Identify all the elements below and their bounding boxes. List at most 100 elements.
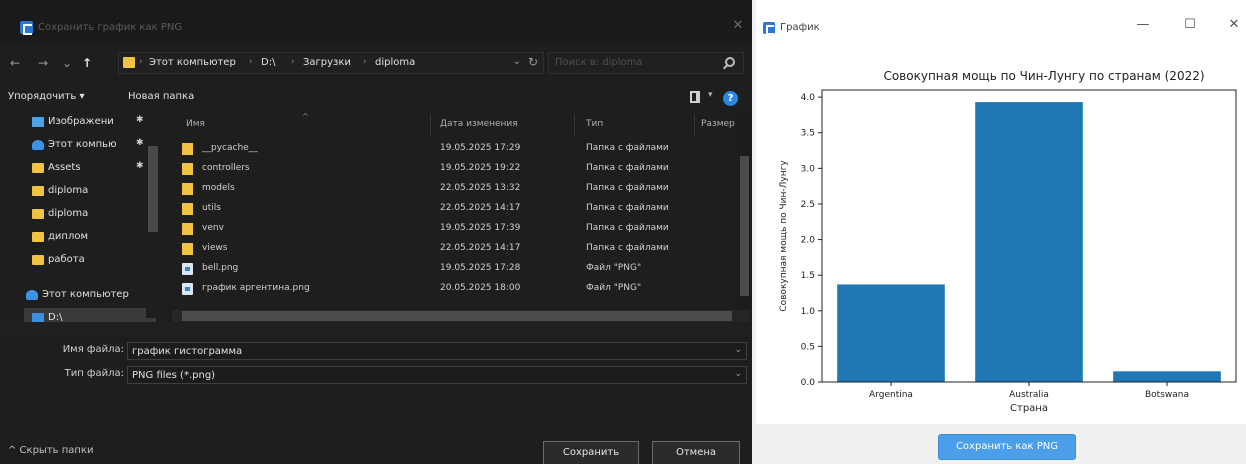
folder-icon	[32, 163, 44, 173]
chevron-down-icon[interactable]: ⌄	[734, 345, 742, 355]
breadcrumb-drive-d[interactable]: D:\	[261, 57, 275, 68]
column-header-date[interactable]: Дата изменения	[440, 112, 518, 136]
address-bar[interactable]: › Этот компьютер › D:\ › Загрузки › dipl…	[118, 52, 544, 74]
file-row[interactable]: views 22.05.2025 14:17 Папка с файлами	[168, 240, 738, 258]
search-icon[interactable]	[725, 57, 735, 67]
bar-botswana	[1113, 371, 1221, 382]
bar-chart: Совокупная мощь по Чин-Лунгу по странам …	[779, 69, 1237, 414]
sort-caret-icon: ^	[302, 112, 309, 121]
file-row[interactable]: bell.png 19.05.2025 17:28 Файл "PNG"	[168, 260, 738, 278]
breadcrumb-this-pc[interactable]: Этот компьютер	[149, 57, 236, 68]
computer-icon	[26, 290, 38, 300]
file-name: график аргентина.png	[202, 283, 310, 293]
breadcrumb-downloads[interactable]: Загрузки	[303, 57, 351, 68]
dialog-title: Сохранить график как PNG	[38, 22, 183, 33]
file-row[interactable]: __pycache__ 19.05.2025 17:29 Папка с фай…	[168, 140, 738, 158]
column-separator[interactable]	[694, 114, 695, 136]
navigation-pane-scroll-thumb[interactable]	[148, 146, 158, 232]
x-tick-label: Argentina	[869, 390, 913, 400]
file-name: utils	[202, 203, 221, 213]
file-type: Папка с файлами	[586, 203, 669, 213]
sidebar-item-diplom-ru[interactable]: диплом	[24, 227, 156, 247]
file-date: 19.05.2025 17:39	[440, 223, 521, 233]
filetype-select[interactable]: PNG files (*.png) ⌄	[127, 366, 747, 384]
column-header-size[interactable]: Размер	[701, 112, 735, 136]
chart-window-titlebar: График — ☐ ✕	[756, 0, 1246, 42]
hide-folders-toggle[interactable]: ^ Скрыть папки	[8, 445, 93, 456]
filename-input[interactable]: график гистограмма ⌄	[127, 342, 747, 360]
sidebar-item-label: диплом	[48, 231, 89, 242]
y-tick-label: 0.0	[801, 378, 816, 388]
file-date: 20.05.2025 18:00	[440, 283, 521, 293]
separator-bar	[0, 322, 752, 334]
sidebar-item-assets[interactable]: Assets ✱	[24, 158, 156, 178]
file-row[interactable]: venv 19.05.2025 17:39 Папка с файлами	[168, 220, 738, 238]
sidebar-item-diploma[interactable]: diploma	[24, 181, 156, 201]
new-folder-button[interactable]: Новая папка	[128, 91, 194, 102]
y-tick-label: 4.0	[801, 93, 816, 103]
bar-australia	[975, 102, 1083, 383]
column-separator[interactable]	[574, 114, 575, 136]
file-type: Папка с файлами	[586, 143, 669, 153]
chevron-down-icon[interactable]: ⌄	[734, 369, 742, 379]
file-date: 19.05.2025 17:29	[440, 143, 521, 153]
filetype-label: Тип файла:	[64, 368, 124, 379]
chart-window-title: График	[780, 22, 820, 33]
file-date: 22.05.2025 14:17	[440, 243, 521, 253]
y-tick-label: 1.0	[801, 307, 816, 317]
cancel-button[interactable]: Отмена	[652, 441, 740, 464]
y-tick-label: 2.5	[801, 200, 815, 210]
file-date: 22.05.2025 14:17	[440, 203, 521, 213]
forward-arrow-icon[interactable]: →	[36, 56, 50, 70]
file-type: Папка с файлами	[586, 163, 669, 173]
save-as-png-button[interactable]: Сохранить как PNG	[938, 434, 1076, 460]
file-name: views	[202, 243, 228, 253]
y-tick-label: 0.5	[801, 342, 815, 352]
up-arrow-icon[interactable]: ↑	[80, 56, 94, 70]
close-icon[interactable]: ✕	[1224, 17, 1244, 33]
help-icon[interactable]: ?	[723, 91, 738, 106]
column-separator[interactable]	[430, 114, 431, 136]
sidebar-item-this-pc-pinned[interactable]: Этот компью ✱	[24, 135, 156, 155]
save-button[interactable]: Сохранить	[543, 441, 639, 464]
search-box[interactable]: Поиск в: diploma	[548, 52, 744, 74]
organize-menu[interactable]: Упорядочить ▾	[8, 91, 84, 102]
refresh-icon[interactable]: ↻	[528, 55, 538, 69]
file-row[interactable]: график аргентина.png 20.05.2025 18:00 Фа…	[168, 280, 738, 298]
folder-icon	[182, 163, 193, 175]
sidebar-item-diploma-2[interactable]: diploma	[24, 204, 156, 224]
filetype-value: PNG files (*.png)	[132, 370, 216, 381]
file-row[interactable]: controllers 19.05.2025 19:22 Папка с фай…	[168, 160, 738, 178]
recent-locations-chevron-icon[interactable]: ⌄	[60, 56, 74, 70]
view-mode-icon[interactable]	[690, 91, 700, 103]
file-type: Папка с файлами	[586, 223, 669, 233]
dialog-close-icon[interactable]: ✕	[731, 19, 745, 33]
file-list-vertical-scroll-thumb[interactable]	[740, 156, 749, 296]
sidebar-item-label: Этот компьютер	[42, 289, 129, 300]
file-name: __pycache__	[202, 143, 258, 153]
breadcrumb-diploma[interactable]: diploma	[375, 57, 415, 68]
pin-icon: ✱	[136, 161, 144, 171]
app-icon	[763, 22, 775, 35]
folder-icon	[182, 183, 193, 195]
column-header-name[interactable]: Имя	[186, 112, 205, 136]
save-dialog: Сохранить график как PNG ✕ ← → ⌄ ↑ › Это…	[0, 0, 752, 464]
column-header-type[interactable]: Тип	[586, 112, 603, 136]
view-dropdown-icon[interactable]: ▾	[708, 90, 713, 100]
file-row[interactable]: models 22.05.2025 13:32 Папка с файлами	[168, 180, 738, 198]
maximize-icon[interactable]: ☐	[1180, 17, 1200, 33]
sidebar-item-this-pc[interactable]: Этот компьютер	[18, 285, 150, 305]
address-dropdown-icon[interactable]: ⌄	[513, 56, 521, 67]
chart-window: График — ☐ ✕ Совокупная мощь по Чин-Лунг…	[756, 0, 1246, 464]
file-list-horizontal-scroll-thumb[interactable]	[182, 311, 732, 321]
minimize-icon[interactable]: —	[1133, 17, 1153, 33]
y-tick-label: 3.0	[801, 164, 816, 174]
pictures-icon	[32, 117, 44, 127]
file-row[interactable]: utils 22.05.2025 14:17 Папка с файлами	[168, 200, 738, 218]
file-list: ^ Имя Дата изменения Тип Размер __pycach…	[168, 112, 750, 324]
folder-icon	[182, 243, 193, 255]
sidebar-item-pictures[interactable]: Изображени ✱	[24, 112, 156, 132]
y-tick-label: 2.0	[801, 236, 816, 246]
back-arrow-icon[interactable]: ←	[8, 56, 22, 70]
sidebar-item-rabota[interactable]: работа	[24, 250, 156, 270]
